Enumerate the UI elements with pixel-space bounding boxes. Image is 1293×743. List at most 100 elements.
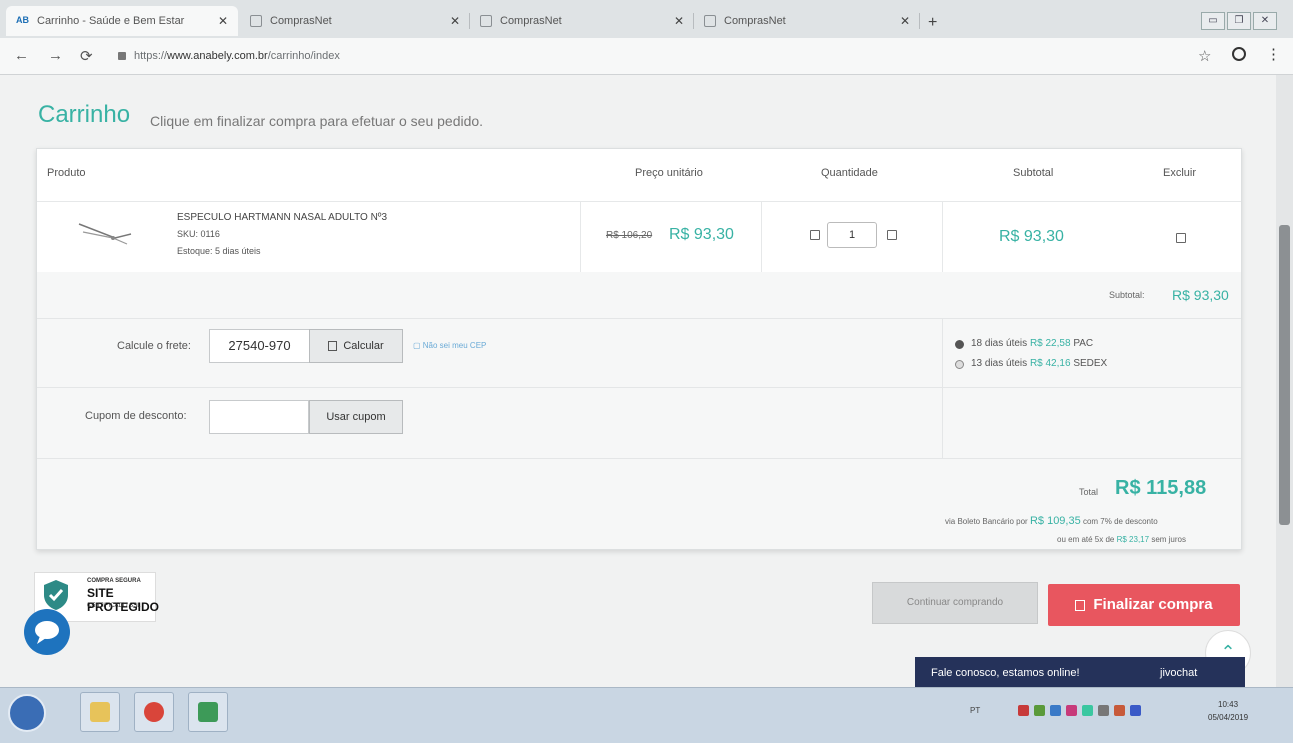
url-domain: www.anabely.com.br bbox=[167, 50, 268, 62]
shipping-option-sedex[interactable]: 13 dias úteis R$ 42,16 SEDEX bbox=[971, 358, 1107, 369]
boleto-value: R$ 109,35 bbox=[1029, 515, 1081, 527]
tray-icon[interactable] bbox=[1082, 705, 1093, 716]
url-prefix: https:// bbox=[134, 50, 168, 62]
coupon-label: Cupom de desconto: bbox=[85, 410, 187, 422]
header-remove: Excluir bbox=[1163, 167, 1197, 179]
shipping-label: Calcule o frete: bbox=[117, 340, 191, 352]
taskbar: PT 10:43 05/04/2019 bbox=[0, 687, 1293, 743]
divider bbox=[942, 318, 943, 458]
new-tab-icon[interactable]: + bbox=[928, 14, 937, 32]
tab-title: Carrinho - Saúde e Bem Estar bbox=[37, 15, 185, 27]
tray-icon[interactable] bbox=[1098, 705, 1109, 716]
quantity-increase-icon[interactable] bbox=[887, 230, 897, 240]
account-icon[interactable] bbox=[1232, 47, 1246, 61]
finish-purchase-button[interactable]: Finalizar compra bbox=[1048, 584, 1240, 626]
folder-icon bbox=[90, 702, 110, 722]
reload-icon[interactable]: ⟳ bbox=[80, 47, 93, 65]
apply-coupon-button[interactable]: Usar cupom bbox=[309, 400, 403, 434]
shipping-option-pac-radio[interactable] bbox=[955, 340, 964, 349]
header-subtotal: Subtotal bbox=[1013, 167, 1054, 179]
product-image[interactable] bbox=[75, 210, 133, 250]
installment-prefix: ou em até 5x de bbox=[1057, 535, 1115, 544]
installment-info: ou em até 5x de R$ 23,17 sem juros bbox=[1057, 535, 1186, 544]
tray-icon[interactable] bbox=[1130, 705, 1141, 716]
page-subtitle: Clique em finalizar compra para efetuar … bbox=[150, 113, 484, 129]
boleto-suffix: com 7% de desconto bbox=[1082, 517, 1158, 526]
url-path: /carrinho/index bbox=[267, 50, 340, 62]
finish-label: Finalizar compra bbox=[1093, 596, 1213, 613]
tray-icon[interactable] bbox=[1034, 705, 1045, 716]
tray-icon[interactable] bbox=[1050, 705, 1061, 716]
url-field[interactable]: https://www.anabely.com.br/carrinho/inde… bbox=[118, 46, 1168, 66]
tray-icon[interactable] bbox=[1018, 705, 1029, 716]
chat-invite-text: Fale conosco, estamos online! bbox=[931, 667, 1080, 679]
tray-icon[interactable] bbox=[1114, 705, 1125, 716]
forward-icon[interactable]: → bbox=[48, 47, 63, 64]
chat-bubble-icon[interactable] bbox=[24, 609, 70, 655]
shipping-option-pac[interactable]: 18 dias úteis R$ 22,58 PAC bbox=[971, 338, 1093, 349]
taskbar-explorer[interactable] bbox=[80, 692, 120, 732]
continue-shopping-button[interactable]: Continuar comprando bbox=[872, 582, 1038, 624]
shipping-option-sedex-radio[interactable] bbox=[955, 360, 964, 369]
close-tab-icon[interactable]: ✕ bbox=[900, 14, 910, 28]
tab-comprasnet-1[interactable]: ComprasNet ✕ bbox=[240, 6, 470, 36]
tab-comprasnet-2[interactable]: ComprasNet ✕ bbox=[470, 6, 694, 36]
truck-icon bbox=[328, 341, 338, 352]
total-label: Total bbox=[1079, 487, 1099, 497]
cell-divider bbox=[761, 202, 762, 272]
header-product: Produto bbox=[47, 167, 86, 179]
lock-icon bbox=[118, 52, 126, 61]
jivochat-widget[interactable]: Fale conosco, estamos online! jivochat bbox=[915, 657, 1245, 690]
lock-icon bbox=[1075, 599, 1086, 611]
page-icon bbox=[480, 15, 492, 27]
taskbar-calculator[interactable] bbox=[188, 692, 228, 732]
language-indicator[interactable]: PT bbox=[970, 706, 980, 715]
product-name[interactable]: ESPECULO HARTMANN NASAL ADULTO Nº3 bbox=[177, 212, 387, 223]
close-tab-icon[interactable]: ✕ bbox=[450, 14, 460, 28]
tab-title: ComprasNet bbox=[724, 15, 786, 27]
item-subtotal: R$ 93,30 bbox=[999, 228, 1064, 245]
cart-item-row: ESPECULO HARTMANN NASAL ADULTO Nº3 SKU: … bbox=[37, 201, 1241, 273]
page-icon bbox=[250, 15, 262, 27]
window-controls: ▭ ❐ ✕ bbox=[1201, 12, 1277, 30]
close-tab-icon[interactable]: ✕ bbox=[218, 14, 228, 28]
tab-title: ComprasNet bbox=[500, 15, 562, 27]
site-logo-icon: AB bbox=[16, 15, 29, 25]
restore-icon[interactable]: ❐ bbox=[1227, 12, 1251, 30]
tray-icon[interactable] bbox=[1066, 705, 1077, 716]
bookmark-star-icon[interactable]: ☆ bbox=[1198, 47, 1211, 65]
clock[interactable]: 10:43 05/04/2019 bbox=[1208, 698, 1248, 724]
tab-carrinho[interactable]: AB Carrinho - Saúde e Bem Estar ✕ bbox=[6, 6, 238, 36]
scrollbar-thumb[interactable] bbox=[1279, 225, 1290, 525]
page-content: Carrinho Clique em finalizar compra para… bbox=[0, 75, 1276, 690]
close-window-icon[interactable]: ✕ bbox=[1253, 12, 1277, 30]
tab-comprasnet-3[interactable]: ComprasNet ✕ bbox=[694, 6, 920, 36]
cell-divider bbox=[580, 202, 581, 272]
clock-time: 10:43 bbox=[1218, 700, 1239, 709]
installment-value: R$ 23,17 bbox=[1116, 535, 1150, 544]
cep-input[interactable]: 27540-970 bbox=[209, 329, 309, 363]
quantity-decrease-icon[interactable] bbox=[810, 230, 820, 240]
minimize-icon[interactable]: ▭ bbox=[1201, 12, 1225, 30]
close-tab-icon[interactable]: ✕ bbox=[674, 14, 684, 28]
subtotal-value: R$ 93,30 bbox=[1172, 287, 1229, 303]
tab-strip: AB Carrinho - Saúde e Bem Estar ✕ Compra… bbox=[0, 0, 1293, 39]
header-quantity: Quantidade bbox=[821, 167, 878, 179]
no-cep-link[interactable]: ▢ Não sei meu CEP bbox=[413, 341, 486, 350]
vertical-scrollbar[interactable] bbox=[1276, 75, 1293, 687]
page-icon bbox=[704, 15, 716, 27]
quantity-input[interactable]: 1 bbox=[827, 222, 877, 248]
coupon-input[interactable] bbox=[209, 400, 309, 434]
calculate-shipping-button[interactable]: Calcular bbox=[309, 329, 403, 363]
back-icon[interactable]: ← bbox=[14, 47, 29, 64]
subtotal-label: Subtotal: bbox=[1109, 290, 1145, 300]
remove-item-icon[interactable] bbox=[1176, 233, 1186, 243]
address-bar: ← → ⟳ https://www.anabely.com.br/carrinh… bbox=[0, 38, 1293, 75]
clock-date: 05/04/2019 bbox=[1208, 713, 1249, 722]
menu-dots-icon[interactable]: ⋮ bbox=[1266, 45, 1281, 63]
taskbar-chrome[interactable] bbox=[134, 692, 174, 732]
boleto-info: via Boleto Bancário por R$ 109,35 com 7%… bbox=[945, 515, 1158, 527]
page-title: Carrinho bbox=[38, 101, 131, 128]
start-button[interactable] bbox=[8, 694, 46, 732]
divider bbox=[37, 387, 1241, 388]
